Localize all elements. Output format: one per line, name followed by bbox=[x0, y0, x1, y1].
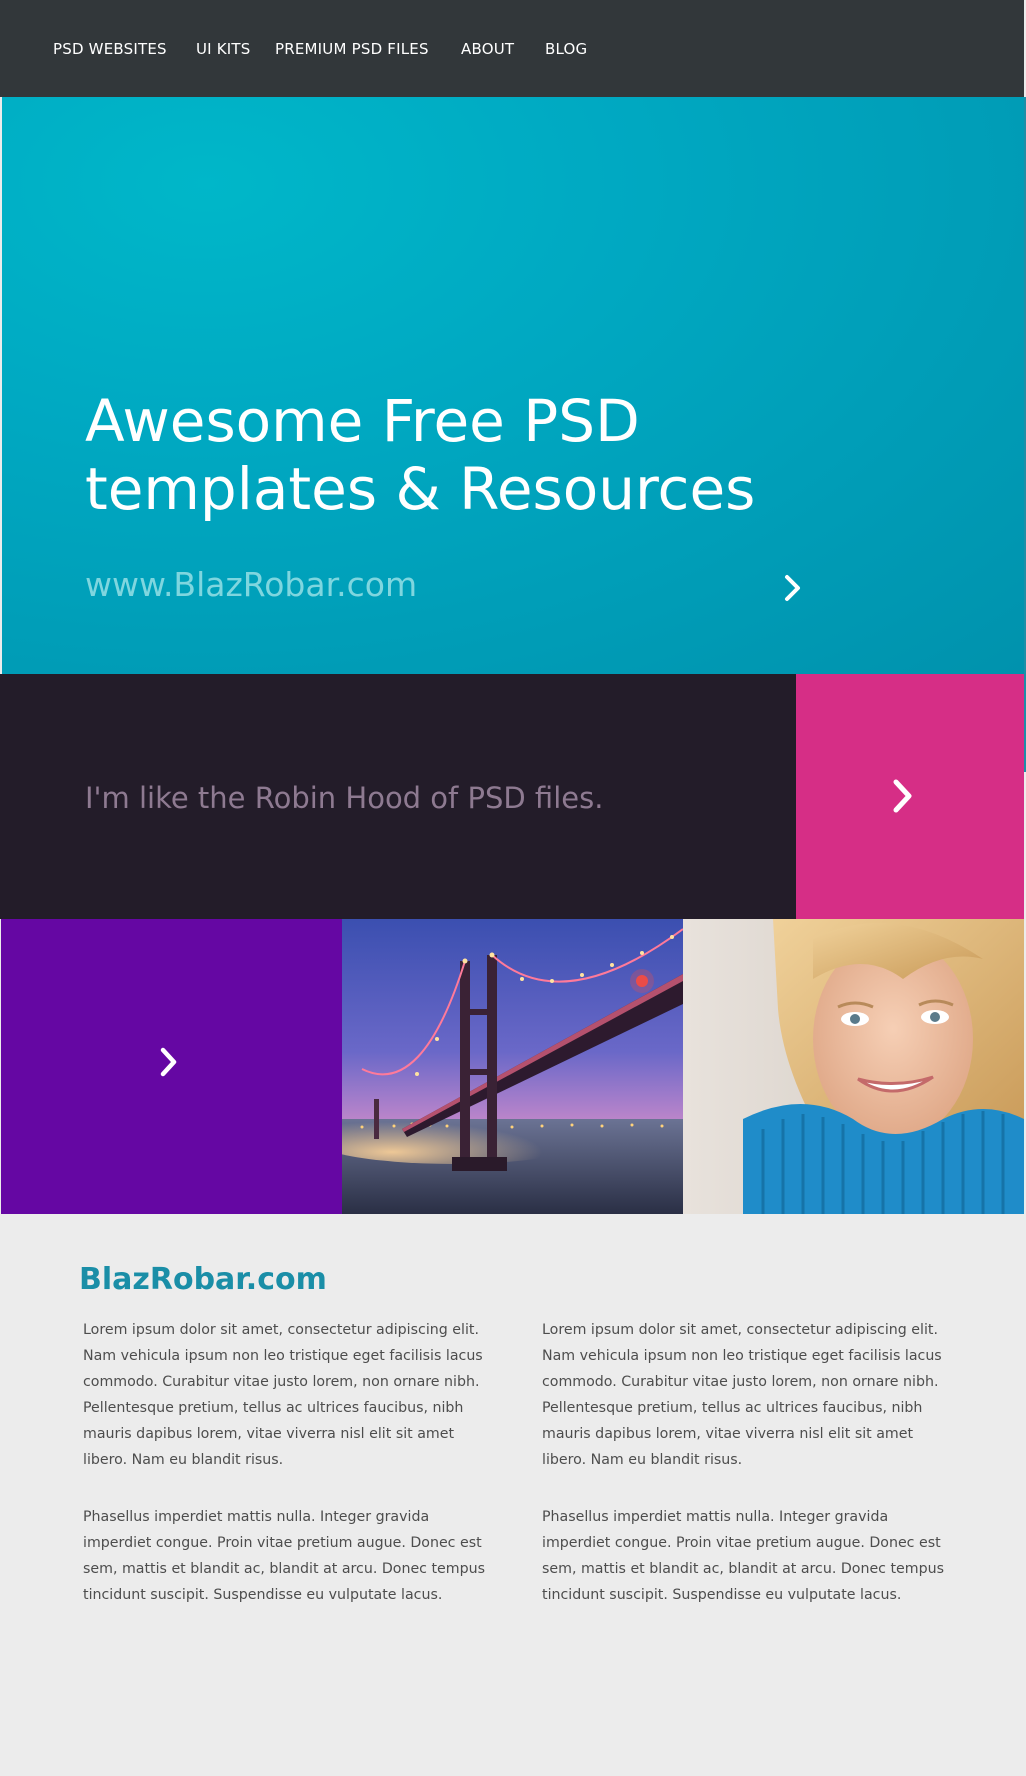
hero-url-link[interactable]: www.BlazRobar.com bbox=[85, 565, 417, 604]
page: PSD WEBSITES UI KITS PREMIUM PSD FILES A… bbox=[0, 0, 1026, 1776]
bridge-image bbox=[342, 919, 683, 1214]
purple-next-tile[interactable] bbox=[1, 919, 342, 1214]
content-column-left: Lorem ipsum dolor sit amet, consectetur … bbox=[83, 1317, 493, 1639]
woman-portrait-image bbox=[683, 919, 1024, 1214]
chevron-right-icon bbox=[160, 1047, 177, 1077]
woman-portrait-photo[interactable] bbox=[683, 919, 1024, 1214]
bridge-photo[interactable] bbox=[342, 919, 683, 1214]
chevron-right-icon[interactable] bbox=[778, 572, 806, 604]
content-column-right: Lorem ipsum dolor sit amet, consectetur … bbox=[542, 1317, 952, 1639]
nav-item-premium-psd-files[interactable]: PREMIUM PSD FILES bbox=[275, 40, 429, 58]
nav-item-ui-kits[interactable]: UI KITS bbox=[196, 40, 251, 58]
hero-title: Awesome Free PSD templates & Resources bbox=[85, 387, 885, 523]
nav-item-about[interactable]: ABOUT bbox=[461, 40, 514, 58]
chevron-right-icon bbox=[893, 779, 912, 813]
hero-banner: Awesome Free PSD templates & Resources w… bbox=[2, 97, 1026, 674]
paragraph: Lorem ipsum dolor sit amet, consectetur … bbox=[542, 1322, 942, 1468]
paragraph: Phasellus imperdiet mattis nulla. Intege… bbox=[83, 1509, 485, 1603]
paragraph: Lorem ipsum dolor sit amet, consectetur … bbox=[83, 1322, 483, 1468]
tagline-text: I'm like the Robin Hood of PSD files. bbox=[85, 781, 604, 815]
content-title: BlazRobar.com bbox=[79, 1262, 327, 1297]
nav-item-blog[interactable]: BLOG bbox=[545, 40, 587, 58]
hero-title-line-2: templates & Resources bbox=[85, 455, 756, 523]
tagline-band: I'm like the Robin Hood of PSD files. bbox=[0, 674, 796, 919]
paragraph: Phasellus imperdiet mattis nulla. Intege… bbox=[542, 1509, 944, 1603]
tagline-next-button[interactable] bbox=[796, 674, 1024, 919]
top-nav: PSD WEBSITES UI KITS PREMIUM PSD FILES A… bbox=[0, 0, 1024, 97]
nav-item-psd-websites[interactable]: PSD WEBSITES bbox=[53, 40, 167, 58]
hero-title-line-1: Awesome Free PSD bbox=[85, 387, 640, 455]
